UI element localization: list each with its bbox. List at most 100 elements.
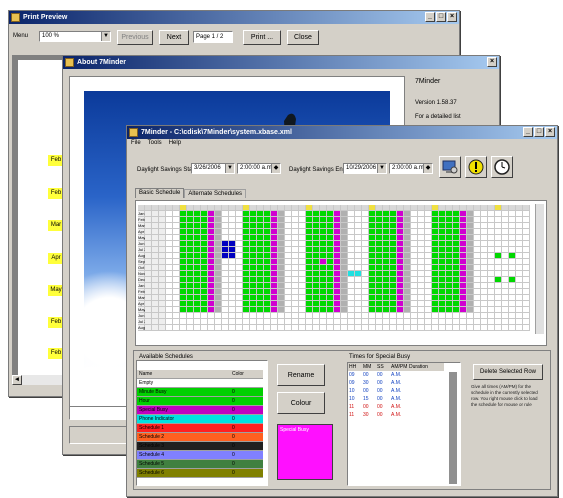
- day-cell[interactable]: [208, 325, 215, 331]
- day-cell[interactable]: [439, 325, 446, 331]
- day-cell[interactable]: [180, 325, 187, 331]
- row-date-cell[interactable]: Aug 2007: [138, 325, 155, 331]
- schedule-row[interactable]: Schedule 2 0: [137, 433, 263, 442]
- times-row[interactable]: 09 00 00 A.M.: [348, 371, 444, 379]
- day-cell[interactable]: [243, 325, 250, 331]
- daylight-start-time[interactable]: 2:00:00 a.m. ◆: [237, 163, 281, 174]
- day-cell[interactable]: [292, 325, 299, 331]
- colour-button[interactable]: Colour: [277, 392, 325, 414]
- day-cell[interactable]: [523, 325, 530, 331]
- day-cell[interactable]: [516, 325, 523, 331]
- day-cell[interactable]: [271, 325, 278, 331]
- day-cell[interactable]: [285, 325, 292, 331]
- schedule-row[interactable]: Hour 0: [137, 397, 263, 406]
- close-icon[interactable]: ×: [447, 12, 457, 22]
- alert-button[interactable]: [465, 156, 487, 178]
- maximize-icon[interactable]: □: [534, 127, 544, 137]
- previous-button[interactable]: Previous: [117, 30, 153, 45]
- schedule-row[interactable]: Special Busy 0: [137, 406, 263, 415]
- menu-file[interactable]: File: [131, 140, 141, 149]
- times-row[interactable]: 10 15 00 A.M.: [348, 395, 444, 403]
- scroll-left-icon[interactable]: ◂: [12, 375, 22, 385]
- close-button[interactable]: Close: [287, 30, 319, 45]
- day-cell[interactable]: [187, 325, 194, 331]
- schedule-row[interactable]: Schedule 4 0: [137, 451, 263, 460]
- delete-row-button[interactable]: Delete Selected Row: [473, 364, 543, 380]
- times-row[interactable]: 11 00 00 A.M.: [348, 403, 444, 411]
- main-titlebar[interactable]: 7Minder - C:\cdisk\7Minder\system.xbase.…: [127, 126, 557, 139]
- schedule-row[interactable]: Empty: [137, 379, 263, 388]
- day-cell[interactable]: [257, 325, 264, 331]
- day-cell[interactable]: [446, 325, 453, 331]
- schedule-row[interactable]: Schedule 6 0: [137, 469, 263, 478]
- times-row[interactable]: 11 30 00 A.M.: [348, 411, 444, 419]
- day-cell[interactable]: [278, 325, 285, 331]
- day-cell[interactable]: [460, 325, 467, 331]
- available-schedules-list[interactable]: Name Color Empty Minute Busy 0 Hour 0 Special…: [137, 370, 263, 478]
- clock-button[interactable]: [491, 156, 513, 178]
- row-date-cell[interactable]: [152, 325, 159, 331]
- day-cell[interactable]: [397, 325, 404, 331]
- day-cell[interactable]: [264, 325, 271, 331]
- day-cell[interactable]: [327, 325, 334, 331]
- day-cell[interactable]: [334, 325, 341, 331]
- computer-button[interactable]: [439, 156, 461, 178]
- day-cell[interactable]: [341, 325, 348, 331]
- day-cell[interactable]: [390, 325, 397, 331]
- tab-basic-schedule[interactable]: Basic Schedule: [135, 188, 185, 198]
- row-date-cell[interactable]: [145, 325, 152, 331]
- day-cell[interactable]: [215, 325, 222, 331]
- day-cell[interactable]: [467, 325, 474, 331]
- close-icon[interactable]: ×: [545, 127, 555, 137]
- menu-tools[interactable]: Tools: [148, 140, 162, 149]
- day-cell[interactable]: [306, 325, 313, 331]
- day-cell[interactable]: [495, 325, 502, 331]
- rename-button[interactable]: Rename: [277, 364, 325, 386]
- day-cell[interactable]: [432, 325, 439, 331]
- day-cell[interactable]: [201, 325, 208, 331]
- schedule-row[interactable]: Minute Busy 0: [137, 388, 263, 397]
- row-date-cell[interactable]: [159, 325, 166, 331]
- menu-help[interactable]: Help: [169, 140, 181, 149]
- day-cell[interactable]: [229, 325, 236, 331]
- day-cell[interactable]: [425, 325, 432, 331]
- day-cell[interactable]: [166, 325, 173, 331]
- day-cell[interactable]: [488, 325, 495, 331]
- day-cell[interactable]: [376, 325, 383, 331]
- day-cell[interactable]: [355, 325, 362, 331]
- close-icon[interactable]: ×: [487, 57, 497, 67]
- vertical-scrollbar[interactable]: [535, 204, 544, 334]
- day-cell[interactable]: [411, 325, 418, 331]
- schedule-row[interactable]: Schedule 3 0: [137, 442, 263, 451]
- day-cell[interactable]: [369, 325, 376, 331]
- day-cell[interactable]: [320, 325, 327, 331]
- day-cell[interactable]: [362, 325, 369, 331]
- print-preview-titlebar[interactable]: Print Preview _ □ ×: [9, 11, 459, 24]
- about-titlebar[interactable]: About 7Minder ×: [63, 56, 499, 69]
- zoom-select[interactable]: 100 % ▼: [39, 31, 111, 42]
- day-cell[interactable]: [299, 325, 306, 331]
- minimize-icon[interactable]: _: [425, 12, 435, 22]
- times-scrollbar[interactable]: [449, 372, 457, 484]
- day-cell[interactable]: [222, 325, 229, 331]
- day-cell[interactable]: [173, 325, 180, 331]
- day-cell[interactable]: [502, 325, 509, 331]
- day-cell[interactable]: [250, 325, 257, 331]
- maximize-icon[interactable]: □: [436, 12, 446, 22]
- daylight-end-time[interactable]: 2:00:00 a.m. ◆: [389, 163, 433, 174]
- day-cell[interactable]: [404, 325, 411, 331]
- day-cell[interactable]: [481, 325, 488, 331]
- day-cell[interactable]: [313, 325, 320, 331]
- day-cell[interactable]: [383, 325, 390, 331]
- day-cell[interactable]: [474, 325, 481, 331]
- daylight-start-date[interactable]: 3/26/2006 ▼: [191, 163, 235, 174]
- daylight-end-date[interactable]: 10/29/2006 ▼: [343, 163, 387, 174]
- schedule-row[interactable]: Schedule 5 0: [137, 460, 263, 469]
- day-cell[interactable]: [236, 325, 243, 331]
- print-button[interactable]: Print ...: [243, 30, 281, 45]
- day-cell[interactable]: [194, 325, 201, 331]
- day-cell[interactable]: [509, 325, 516, 331]
- times-table[interactable]: HH MM SS AM/PM Duration 09 00 00 A.M. 09 30 00…: [348, 363, 444, 419]
- times-row[interactable]: 10 00 00 A.M.: [348, 387, 444, 395]
- schedule-row[interactable]: Phone Indicator 0: [137, 415, 263, 424]
